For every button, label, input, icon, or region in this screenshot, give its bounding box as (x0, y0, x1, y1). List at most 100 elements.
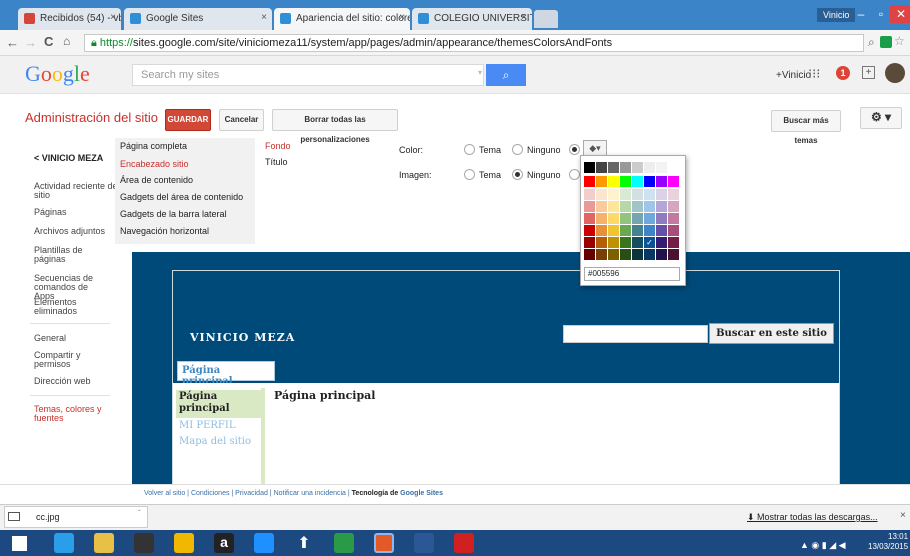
word-icon[interactable] (414, 533, 434, 553)
color-theme-radio[interactable] (464, 144, 475, 155)
color-swatch[interactable] (584, 225, 595, 236)
color-swatch[interactable] (656, 162, 667, 173)
color-swatch[interactable] (644, 189, 655, 200)
color-swatch[interactable] (620, 213, 631, 224)
section-content-gadgets[interactable]: Gadgets del área de contenido (120, 192, 243, 202)
color-swatch[interactable] (584, 176, 595, 187)
color-picker-button[interactable]: ◆▾ (583, 140, 607, 156)
color-swatch[interactable] (656, 213, 667, 224)
color-swatch[interactable] (668, 162, 679, 173)
color-swatch[interactable] (668, 213, 679, 224)
reload-icon[interactable]: C (44, 34, 53, 49)
cancel-button[interactable]: Cancelar (219, 109, 264, 131)
color-swatch[interactable] (644, 213, 655, 224)
color-swatch[interactable] (584, 237, 595, 248)
color-swatch[interactable] (632, 225, 643, 236)
ie-icon[interactable] (54, 533, 74, 553)
color-swatch[interactable] (596, 162, 607, 173)
windows-start-icon[interactable] (12, 536, 27, 551)
close-icon[interactable]: × (521, 12, 527, 23)
minimize-icon[interactable]: – (850, 5, 872, 23)
file-explorer-icon[interactable] (94, 533, 114, 553)
color-swatch[interactable] (584, 201, 595, 212)
zoom-icon[interactable]: ⌕ (868, 35, 875, 50)
color-swatch[interactable] (644, 225, 655, 236)
color-swatch[interactable] (644, 249, 655, 260)
site-name-link[interactable]: < VINICIO MEZA (34, 154, 103, 163)
color-swatch[interactable] (584, 213, 595, 224)
color-swatch[interactable] (632, 176, 643, 187)
color-swatch[interactable] (656, 201, 667, 212)
url-field[interactable]: 🔒︎ https://sites.google.com/site/vinicio… (84, 34, 864, 52)
color-swatch[interactable] (596, 213, 607, 224)
hex-color-input[interactable]: #005596 (584, 267, 680, 281)
home-icon[interactable]: ⌂ (63, 34, 70, 48)
sidebar-item-themes[interactable]: Temas, colores y fuentes (34, 405, 110, 423)
color-swatch[interactable] (668, 237, 679, 248)
close-icon[interactable]: × (110, 12, 116, 23)
color-swatch[interactable] (656, 249, 667, 260)
sidebar-item-recent-activity[interactable]: Actividad reciente del sitio (34, 182, 124, 200)
section-full-page[interactable]: Página completa (120, 141, 187, 151)
image-none-radio[interactable] (512, 169, 523, 180)
color-swatch[interactable] (608, 201, 619, 212)
google-logo[interactable]: Google (25, 61, 90, 87)
color-swatch[interactable] (668, 176, 679, 187)
download-filename[interactable]: cc.jpg (36, 512, 60, 522)
color-swatch[interactable] (668, 201, 679, 212)
section-sidebar-gadgets[interactable]: Gadgets de la barra lateral (120, 209, 227, 219)
sidebar-item-templates[interactable]: Plantillas de páginas (34, 246, 104, 264)
extension-icon[interactable] (880, 36, 892, 48)
save-button[interactable]: GUARDAR (165, 109, 211, 131)
color-swatch[interactable] (620, 176, 631, 187)
image-custom-radio[interactable] (569, 169, 580, 180)
color-swatch[interactable] (656, 225, 667, 236)
close-icon[interactable]: × (900, 510, 906, 521)
color-swatch[interactable] (608, 237, 619, 248)
star-icon[interactable]: ☆ (894, 34, 905, 48)
color-swatch[interactable] (596, 201, 607, 212)
color-swatch[interactable] (596, 176, 607, 187)
notifications-badge[interactable]: 1 (836, 66, 850, 80)
sidebar-item-general[interactable]: General (34, 334, 66, 343)
color-swatch[interactable] (620, 189, 631, 200)
search-button[interactable]: ⌕ (486, 64, 526, 86)
color-swatch[interactable] (644, 201, 655, 212)
maximize-icon[interactable]: ▫ (870, 5, 892, 23)
user-link[interactable]: +Vinicio (776, 70, 811, 81)
color-swatch[interactable] (668, 189, 679, 200)
section-site-header[interactable]: Encabezado sitio (120, 159, 189, 169)
sidebar-item-attachments[interactable]: Archivos adjuntos (34, 227, 105, 236)
color-swatch[interactable] (608, 249, 619, 260)
search-sites-input[interactable]: Search my sites (132, 64, 484, 86)
color-swatch[interactable] (608, 189, 619, 200)
tray-icons[interactable]: ▲ ◉ ▮ ◢ ◀ (800, 540, 846, 551)
color-swatch[interactable] (632, 201, 643, 212)
section-content-area[interactable]: Área de contenido (120, 175, 193, 185)
reset-customizations-button[interactable]: Borrar todas las personalizaciones (272, 109, 398, 144)
color-swatch[interactable] (620, 237, 631, 248)
color-swatch[interactable] (632, 237, 643, 248)
color-swatch[interactable] (632, 213, 643, 224)
color-none-radio[interactable] (512, 144, 523, 155)
app-icon[interactable] (174, 533, 194, 553)
color-swatch[interactable] (608, 162, 619, 173)
pdf-icon[interactable] (454, 533, 474, 553)
share-icon[interactable]: + (862, 66, 875, 79)
chevron-down-icon[interactable]: ˇ (138, 509, 141, 518)
subsection-title[interactable]: Título (265, 157, 288, 167)
chrome-icon[interactable] (374, 533, 394, 553)
tab-appearance[interactable]: Apariencia del sitio: colore × (274, 8, 410, 30)
color-swatch[interactable] (656, 189, 667, 200)
image-theme-radio[interactable] (464, 169, 475, 180)
color-swatch[interactable] (596, 225, 607, 236)
color-swatch[interactable] (656, 176, 667, 187)
new-tab-button[interactable] (534, 10, 558, 28)
store-icon[interactable] (334, 533, 354, 553)
amazon-icon[interactable]: a (214, 533, 234, 553)
section-horizontal-nav[interactable]: Navegación horizontal (120, 226, 209, 236)
color-swatch[interactable] (608, 176, 619, 187)
sidebar-item-sharing[interactable]: Compartir y permisos (34, 351, 94, 369)
download-item[interactable] (4, 506, 148, 528)
color-swatch[interactable] (596, 249, 607, 260)
